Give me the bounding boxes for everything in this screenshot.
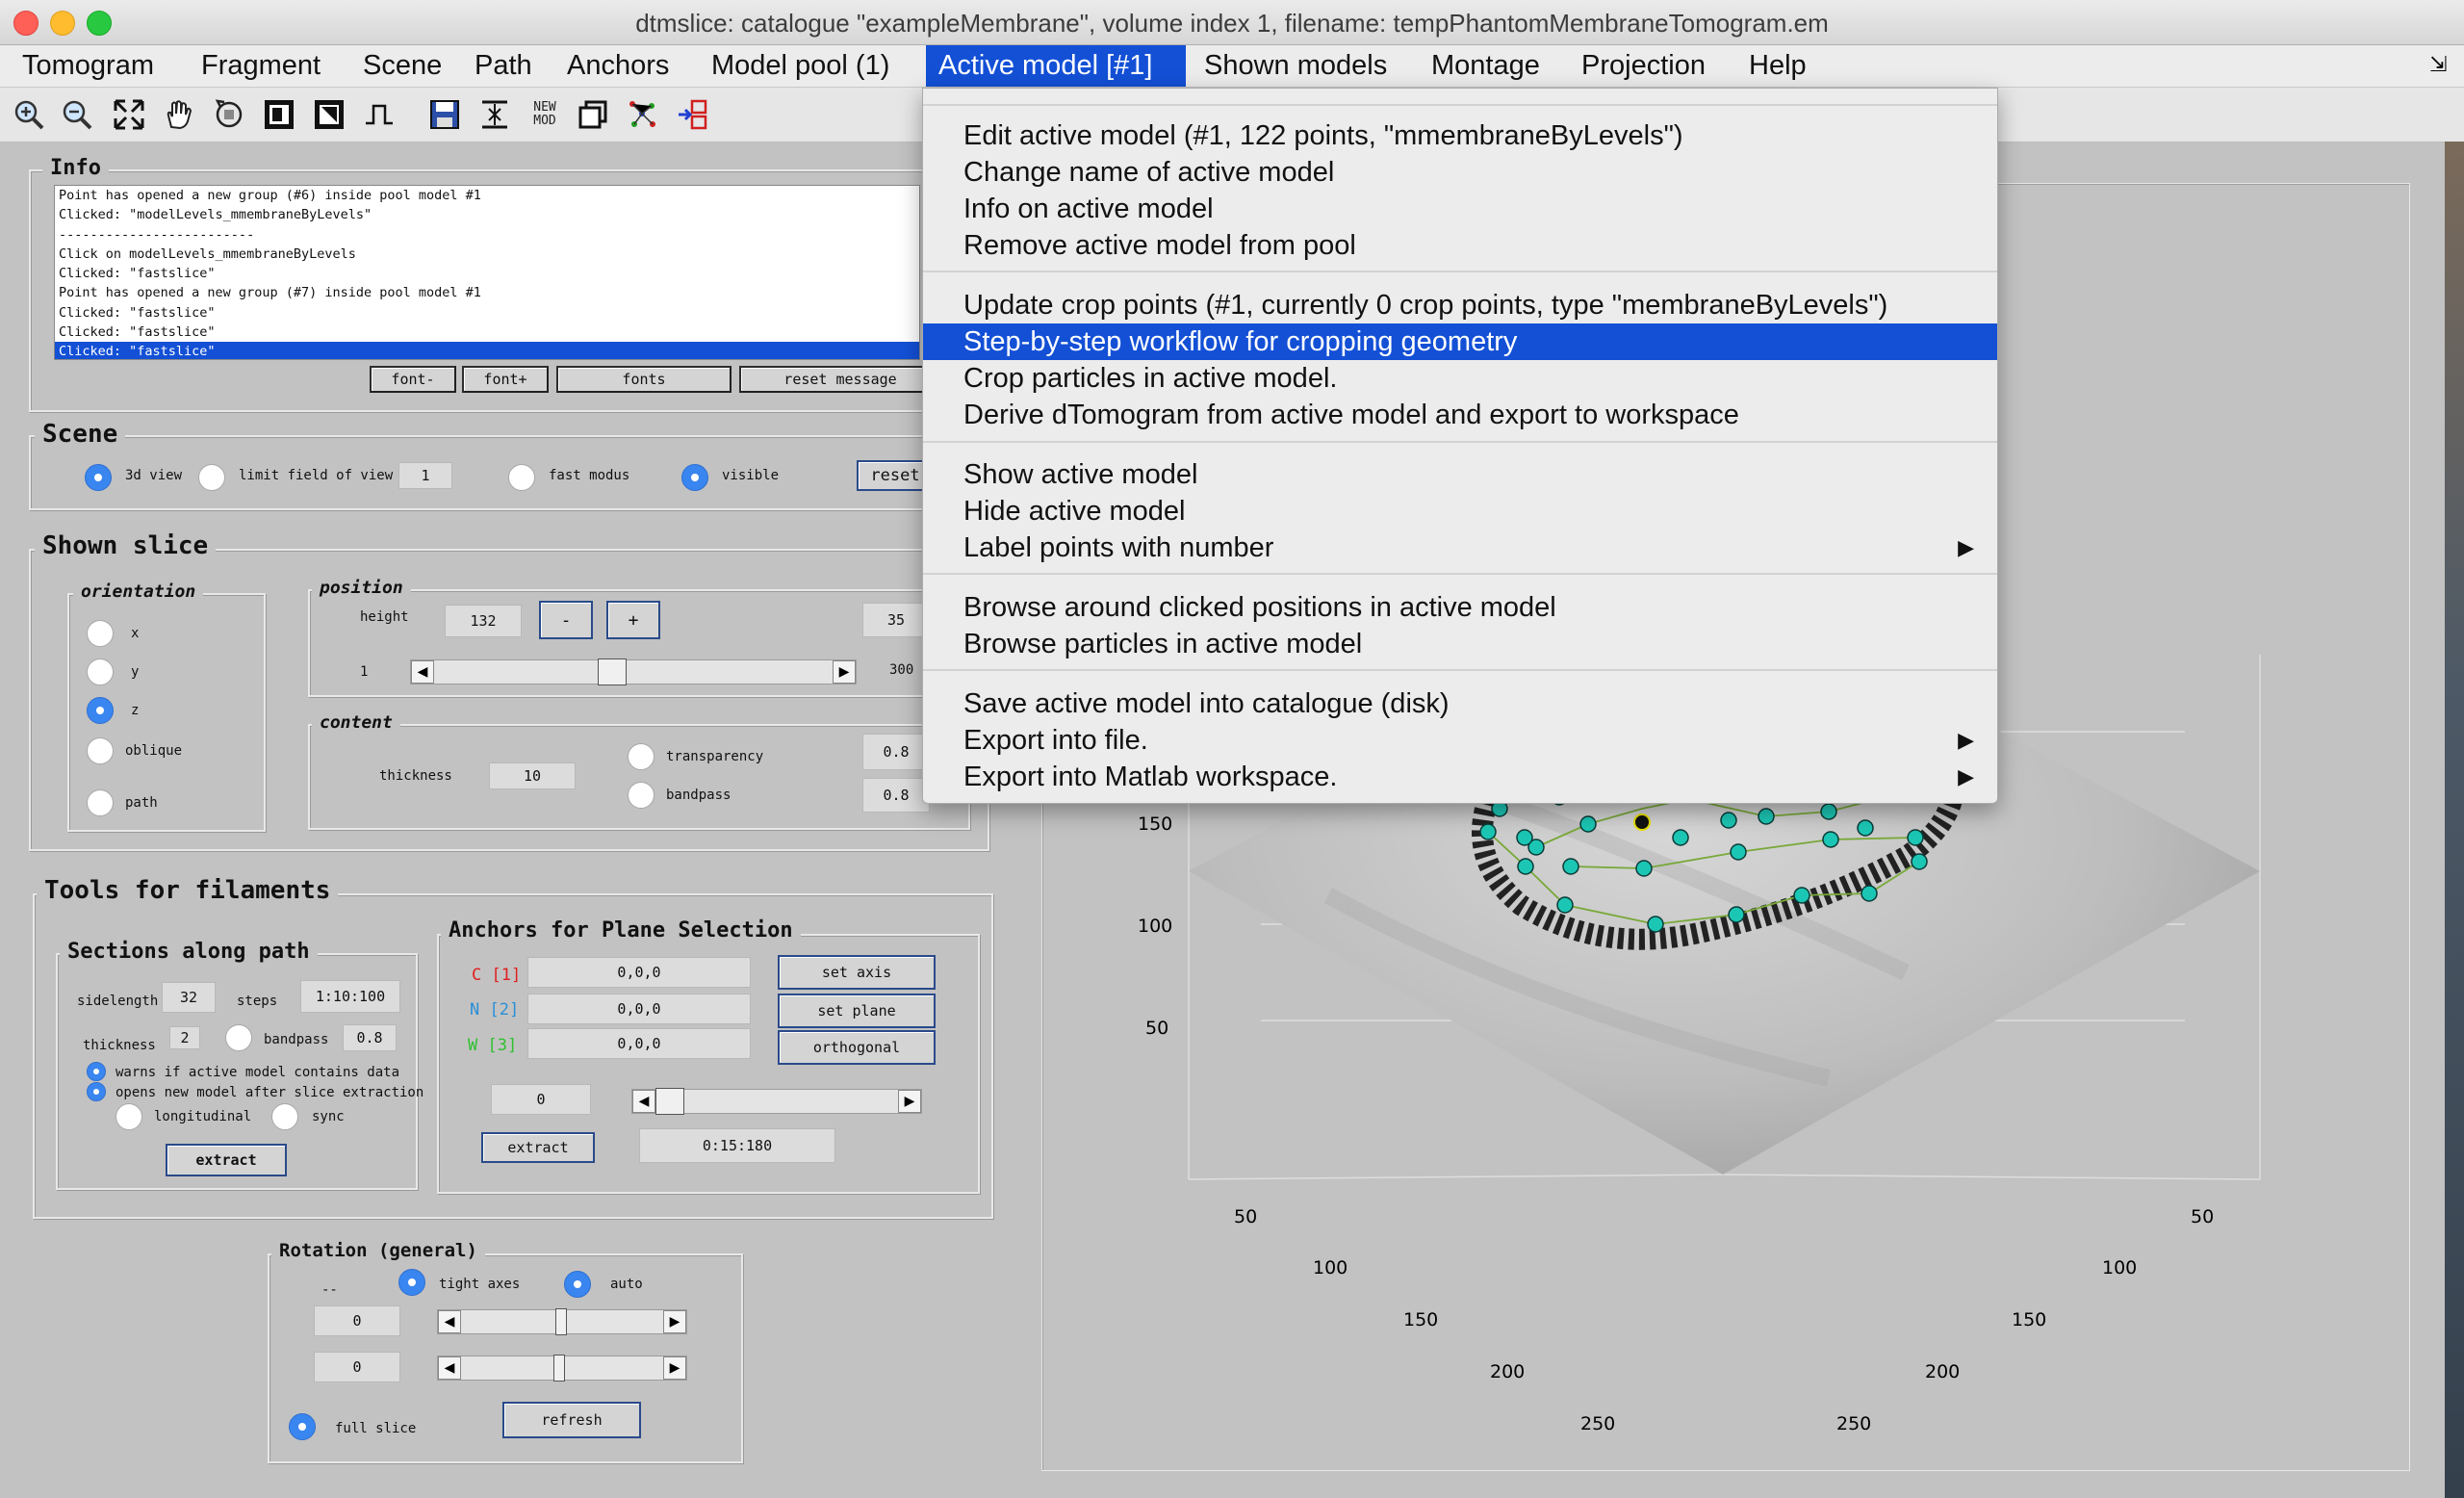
axis-tick-left-1: 100 [1138, 916, 1172, 937]
model-point[interactable] [1857, 819, 1874, 837]
menu-item-label-points[interactable]: Label points with number ▶ [923, 529, 1997, 566]
model-point[interactable] [1911, 853, 1928, 870]
model-point[interactable] [1517, 858, 1534, 875]
model-point[interactable] [1562, 858, 1579, 875]
active-model-dropdown-menu: Edit active model (#1, 122 points, "mmem… [922, 88, 1998, 804]
model-point[interactable] [1861, 885, 1878, 902]
app-window: dtmslice: catalogue "exampleMembrane", v… [0, 0, 2464, 1498]
menu-separator [923, 271, 1997, 272]
model-point[interactable] [1579, 815, 1597, 833]
model-point[interactable] [1822, 831, 1839, 848]
menu-item-hide-active-model[interactable]: Hide active model [923, 493, 1997, 529]
menu-item-browse-clicked-positions[interactable]: Browse around clicked positions in activ… [923, 589, 1997, 626]
menu-separator [923, 441, 1997, 443]
menu-item-show-active-model[interactable]: Show active model [923, 456, 1997, 493]
menu-item-update-crop-points[interactable]: Update crop points (#1, currently 0 crop… [923, 287, 1997, 323]
model-point[interactable] [1516, 829, 1533, 846]
menu-item-crop-particles[interactable]: Crop particles in active model. [923, 360, 1997, 397]
menu-separator [923, 669, 1997, 671]
axis-tick-left-0: 150 [1138, 814, 1172, 835]
menu-item-edit-active-model[interactable]: Edit active model (#1, 122 points, "mmem… [923, 117, 1997, 154]
menu-item-step-by-step-workflow[interactable]: Step-by-step workflow for cropping geome… [923, 323, 1997, 360]
menu-item-export-into-file[interactable]: Export into file. ▶ [923, 722, 1997, 759]
axis-tick-br-2: 150 [2012, 1309, 2046, 1330]
model-point[interactable] [1647, 916, 1664, 933]
axis-tick-br-4: 250 [1836, 1413, 1871, 1434]
submenu-arrow-icon: ▶ [1958, 764, 1974, 788]
model-point[interactable] [1793, 887, 1810, 904]
menu-item-derive-dtomogram[interactable]: Derive dTomogram from active model and e… [923, 397, 1997, 433]
axis-tick-bl-3: 200 [1490, 1361, 1525, 1382]
menu-item-info-active-model[interactable]: Info on active model [923, 191, 1997, 227]
axis-tick-br-1: 100 [2102, 1257, 2137, 1278]
active-point[interactable] [1633, 814, 1651, 831]
menu-item-save-to-catalogue[interactable]: Save active model into catalogue (disk) [923, 685, 1997, 722]
model-point[interactable] [1728, 906, 1745, 923]
menu-item-export-matlab[interactable]: Export into Matlab workspace. ▶ [923, 759, 1997, 795]
model-point[interactable] [1758, 808, 1775, 825]
model-point[interactable] [1730, 843, 1747, 861]
menu-item-label-points-text: Label points with number [963, 532, 1274, 563]
submenu-arrow-icon: ▶ [1958, 728, 1974, 752]
model-point[interactable] [1635, 860, 1653, 877]
model-point[interactable] [1479, 823, 1497, 840]
menu-item-export-matlab-text: Export into Matlab workspace. [963, 762, 1338, 792]
menu-item-browse-particles[interactable]: Browse particles in active model [923, 626, 1997, 662]
desktop-background-strip [2445, 142, 2464, 1498]
menu-item-change-name[interactable]: Change name of active model [923, 154, 1997, 191]
menu-separator [923, 104, 1997, 106]
axis-tick-br-0: 50 [2191, 1206, 2214, 1227]
menu-item-export-into-file-text: Export into file. [963, 725, 1148, 756]
menu-separator [923, 573, 1997, 575]
model-point[interactable] [1672, 829, 1689, 846]
axis-tick-bl-0: 50 [1234, 1206, 1257, 1227]
axis-tick-left-2: 50 [1145, 1018, 1168, 1039]
axis-tick-br-3: 200 [1925, 1361, 1960, 1382]
axis-tick-bl-4: 250 [1580, 1413, 1615, 1434]
model-point[interactable] [1820, 803, 1837, 820]
submenu-arrow-icon: ▶ [1958, 535, 1974, 559]
model-point[interactable] [1720, 812, 1737, 829]
model-point[interactable] [1907, 829, 1924, 846]
menu-item-remove-active-model[interactable]: Remove active model from pool [923, 227, 1997, 264]
model-point[interactable] [1556, 896, 1574, 914]
axis-tick-bl-2: 150 [1403, 1309, 1438, 1330]
axis-tick-bl-1: 100 [1313, 1257, 1348, 1278]
